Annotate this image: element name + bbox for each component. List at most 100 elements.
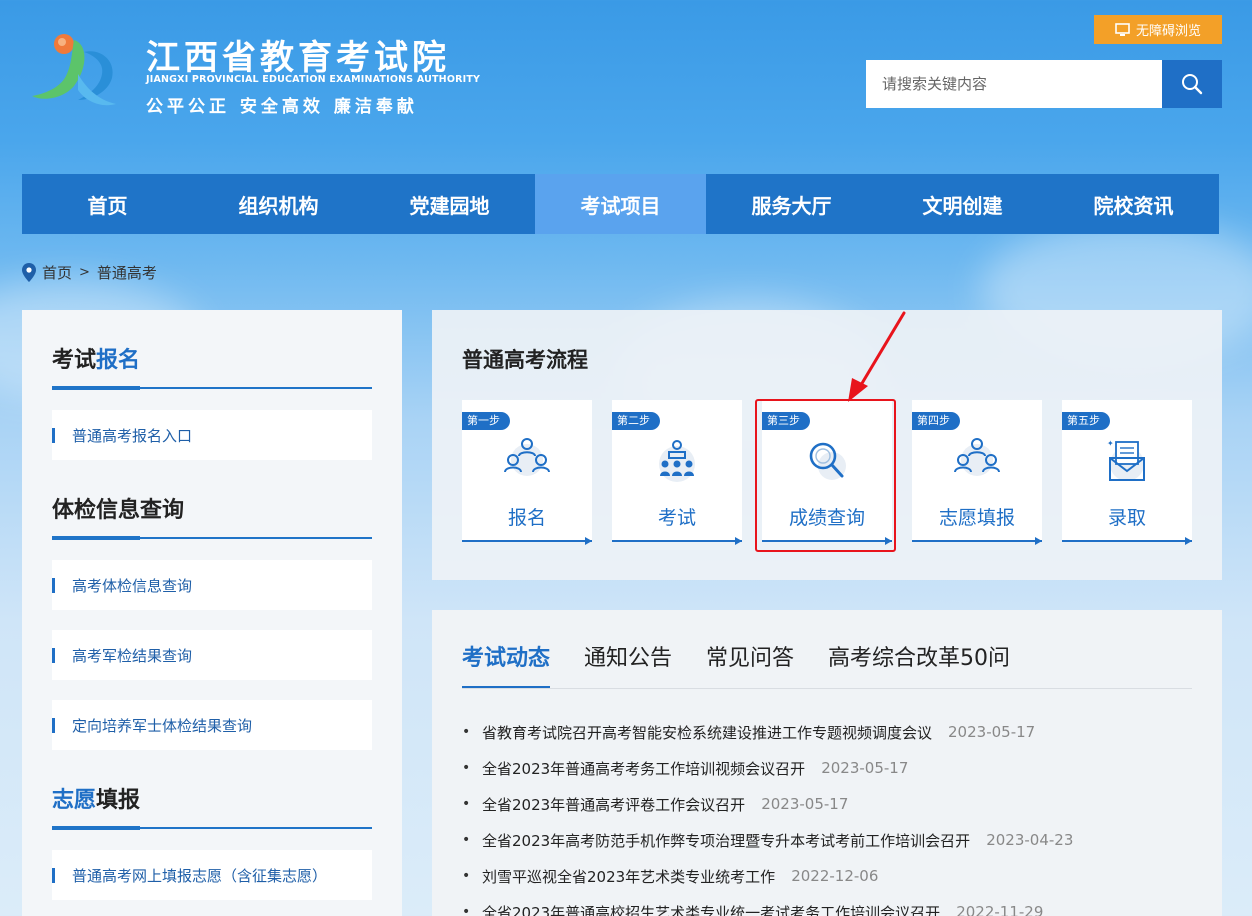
list-item[interactable]: • 全省2023年高考防范手机作弊专项治理暨专升本考试考前工作培训会召开 2023-…	[462, 822, 1202, 858]
bullet: •	[462, 904, 471, 916]
sidebar-section-title-application: 志愿填报	[52, 782, 140, 814]
step-card-exam[interactable]: 第二步 考试	[612, 400, 742, 545]
sidebar-item-medical-query[interactable]: 高考体检信息查询	[52, 560, 372, 610]
tab-reform-50[interactable]: 高考综合改革50问	[828, 640, 1010, 689]
bullet: •	[462, 832, 471, 848]
accessibility-button[interactable]: 无障碍浏览	[1094, 15, 1222, 44]
bullet: •	[462, 868, 471, 884]
news-list: • 省教育考试院召开高考智能安检系统建设推进工作专题视频调度会议 2023-05-1…	[462, 714, 1202, 916]
step-label: 考试	[657, 507, 696, 529]
step-label: 报名	[507, 507, 546, 529]
list-item[interactable]: • 全省2023年普通高考考务工作培训视频会议召开 2023-05-17	[462, 750, 1202, 786]
site-logo[interactable]: 江西省教育考试院 JIANGXI PROVINCIAL EDUCATION EX…	[26, 28, 480, 118]
section-divider-accent	[52, 826, 140, 830]
sidebar-section-title-medical: 体检信息查询	[52, 492, 184, 524]
sidebar-item-online-application[interactable]: 普通高考网上填报志愿（含征集志愿）	[52, 850, 372, 900]
nav-item-organization[interactable]: 组织机构	[193, 174, 364, 234]
step-card-registration[interactable]: 第一步 报名	[462, 400, 592, 545]
people-group-icon	[504, 438, 550, 476]
exam-hall-icon	[659, 440, 695, 482]
news-title[interactable]: 省教育考试院召开高考智能安检系统建设推进工作专题视频调度会议	[482, 722, 932, 743]
news-title[interactable]: 全省2023年高考防范手机作弊专项治理暨专升本考试考前工作培训会召开	[482, 830, 970, 851]
location-pin-icon	[22, 263, 36, 282]
list-item[interactable]: • 刘雪平巡视全省2023年艺术类专业统考工作 2022-12-06	[462, 858, 1202, 894]
nav-item-service[interactable]: 服务大厅	[706, 174, 877, 234]
section-divider	[52, 826, 372, 830]
tab-exam-news[interactable]: 考试动态	[462, 640, 551, 689]
step-card-admission[interactable]: 第五步 ✦ 录取	[1062, 400, 1192, 545]
list-item[interactable]: • 全省2023年普通高校招生艺术类专业统一考试考务工作培训会议召开 2022-11…	[462, 894, 1202, 916]
news-date: 2023-05-17	[821, 759, 909, 777]
step-underline	[612, 537, 742, 545]
list-item[interactable]: • 全省2023年普通高考评卷工作会议召开 2023-05-17	[462, 786, 1202, 822]
tabs-divider	[462, 688, 1192, 689]
step-badge: 第五步	[1062, 412, 1110, 430]
news-tabs: 考试动态 通知公告 常见问答 高考综合改革50问	[462, 640, 1010, 689]
breadcrumb: 首页 > 普通高考	[22, 262, 157, 283]
news-title[interactable]: 全省2023年普通高校招生艺术类专业统一考试考务工作培训会议召开	[482, 902, 940, 916]
nav-item-party[interactable]: 党建园地	[364, 174, 535, 234]
section-divider	[52, 386, 372, 390]
news-date: 2023-05-17	[948, 723, 1036, 741]
title-accent: 志愿	[52, 788, 97, 813]
site-title: 江西省教育考试院	[146, 38, 450, 78]
list-item[interactable]: • 省教育考试院召开高考智能安检系统建设推进工作专题视频调度会议 2023-05-1…	[462, 714, 1202, 750]
news-date: 2023-05-17	[761, 795, 849, 813]
monitor-icon	[1115, 22, 1130, 36]
step-badge: 第四步	[912, 412, 960, 430]
nav-item-home[interactable]: 首页	[22, 174, 193, 234]
sidebar-item-nco-check[interactable]: 定向培养军士体检结果查询	[52, 700, 372, 750]
news-date: 2022-11-29	[956, 903, 1044, 916]
site-title-en: JIANGXI PROVINCIAL EDUCATION EXAMINATION…	[146, 74, 481, 85]
step-badge: 第一步	[462, 412, 510, 430]
tab-faq[interactable]: 常见问答	[706, 640, 794, 689]
title-plain: 体检信息查询	[52, 498, 185, 523]
nav-item-civilization[interactable]: 文明创建	[877, 174, 1048, 234]
bullet: •	[462, 724, 471, 740]
jx-logo-icon	[32, 34, 116, 106]
process-title: 普通高考流程	[462, 348, 588, 372]
step-card-application[interactable]: 第四步 志愿填报	[912, 400, 1042, 545]
accessibility-label: 无障碍浏览	[1135, 24, 1201, 39]
site-slogan: 公平公正 安全高效 廉洁奉献	[146, 97, 418, 117]
nav-item-exams[interactable]: 考试项目	[535, 174, 706, 234]
news-date: 2023-04-23	[986, 831, 1074, 849]
title-accent: 报名	[96, 348, 141, 373]
search-button[interactable]	[1162, 60, 1222, 108]
step-label: 录取	[1107, 507, 1146, 529]
search-icon	[1182, 74, 1203, 95]
svg-text:✦: ✦	[1107, 439, 1114, 448]
sidebar: 考试报名 普通高考报名入口 体检信息查询 高考体检信息查询 高考军检结果查询 定…	[22, 310, 402, 916]
sidebar-item-registration-entry[interactable]: 普通高考报名入口	[52, 410, 372, 460]
breadcrumb-current[interactable]: 普通高考	[97, 262, 157, 283]
news-date: 2022-12-06	[791, 867, 879, 885]
section-divider-accent	[52, 386, 140, 390]
search-input[interactable]	[866, 60, 1162, 108]
envelope-letter-icon: ✦	[1107, 439, 1145, 481]
section-divider-accent	[52, 536, 140, 540]
breadcrumb-separator: >	[79, 265, 90, 280]
annotation-arrow-icon	[848, 311, 906, 402]
step-underline	[912, 537, 1042, 545]
bullet: •	[462, 760, 471, 776]
section-divider	[52, 536, 372, 540]
sidebar-section-title-registration: 考试报名	[52, 342, 140, 374]
step-badge: 第二步	[612, 412, 660, 430]
news-panel: 考试动态 通知公告 常见问答 高考综合改革50问 • 省教育考试院召开高考智能安检…	[432, 610, 1222, 916]
nav-item-colleges[interactable]: 院校资讯	[1048, 174, 1219, 234]
step-underline	[1062, 537, 1192, 545]
step-underline	[462, 537, 592, 545]
title-plain: 考试	[52, 348, 97, 373]
news-title[interactable]: 全省2023年普通高考评卷工作会议召开	[482, 794, 745, 815]
breadcrumb-home[interactable]: 首页	[42, 262, 72, 283]
people-group-icon	[954, 438, 1000, 476]
news-title[interactable]: 刘雪平巡视全省2023年艺术类专业统考工作	[482, 866, 775, 887]
sidebar-item-military-check[interactable]: 高考军检结果查询	[52, 630, 372, 680]
news-title[interactable]: 全省2023年普通高考考务工作培训视频会议召开	[482, 758, 805, 779]
step-label: 志愿填报	[938, 507, 1015, 529]
title-plain: 填报	[96, 788, 141, 813]
tab-notices[interactable]: 通知公告	[584, 640, 672, 689]
highlight-box	[755, 399, 896, 552]
bullet: •	[462, 796, 471, 812]
main-nav: 首页 组织机构 党建园地 考试项目 服务大厅 文明创建 院校资讯	[22, 174, 1219, 234]
